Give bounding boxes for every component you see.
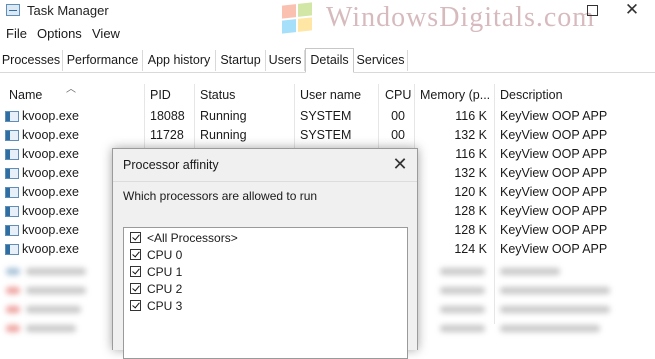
col-memory[interactable]: Memory (p... bbox=[420, 88, 490, 102]
row-name: kvoop.exe bbox=[22, 147, 79, 161]
tab-performance[interactable]: Performance bbox=[63, 50, 143, 71]
process-icon bbox=[5, 225, 19, 236]
tab-details[interactable]: Details bbox=[305, 48, 354, 73]
row-memory: 116 K bbox=[455, 147, 487, 161]
watermark: WindowsDigitals.com bbox=[282, 0, 596, 36]
processor-label: CPU 2 bbox=[147, 282, 183, 296]
dialog-prompt: Which processors are allowed to run bbox=[123, 189, 318, 203]
menu-file[interactable]: File bbox=[6, 26, 27, 41]
row-name: kvoop.exe bbox=[22, 204, 79, 218]
process-icon bbox=[5, 149, 19, 160]
window-title: Task Manager bbox=[27, 3, 109, 18]
process-icon bbox=[5, 111, 19, 122]
row-description: KeyView OOP APP bbox=[500, 185, 608, 199]
row-name: kvoop.exe bbox=[22, 185, 79, 199]
process-icon bbox=[5, 168, 19, 179]
row-description: KeyView OOP APP bbox=[500, 223, 608, 237]
tab-app-history[interactable]: App history bbox=[143, 50, 216, 71]
row-user: SYSTEM bbox=[300, 109, 352, 123]
close-button[interactable]: ✕ bbox=[612, 0, 652, 22]
watermark-text: WindowsDigitals.com bbox=[326, 2, 596, 33]
row-memory: 132 K bbox=[454, 128, 487, 142]
checkbox[interactable] bbox=[130, 266, 141, 277]
col-name[interactable]: Name bbox=[9, 88, 42, 102]
processor-label: CPU 1 bbox=[147, 265, 183, 279]
row-memory: 120 K bbox=[454, 185, 487, 199]
row-memory: 132 K bbox=[454, 166, 487, 180]
row-pid: 11728 bbox=[150, 128, 184, 142]
windows-logo-icon bbox=[282, 2, 312, 34]
row-name: kvoop.exe bbox=[22, 242, 79, 256]
processor-label: CPU 0 bbox=[147, 248, 183, 262]
processor-list[interactable]: <All Processors> CPU 0 CPU 1 CPU 2 CPU 3 bbox=[123, 227, 408, 359]
row-description: KeyView OOP APP bbox=[500, 128, 608, 142]
row-description: KeyView OOP APP bbox=[500, 109, 608, 123]
process-icon bbox=[5, 130, 19, 141]
table-row[interactable]: kvoop.exe 11728 Running SYSTEM 00 132 K KeyVie… bbox=[0, 127, 655, 146]
row-memory: 128 K bbox=[454, 223, 487, 237]
processor-affinity-dialog: Processor affinity ✕ Which processors ar… bbox=[112, 148, 418, 359]
row-name: kvoop.exe bbox=[22, 109, 79, 123]
row-description: KeyView OOP APP bbox=[500, 147, 608, 161]
row-description: KeyView OOP APP bbox=[500, 204, 608, 218]
maximize-button[interactable] bbox=[572, 0, 612, 22]
col-pid[interactable]: PID bbox=[150, 88, 171, 102]
row-status: Running bbox=[200, 109, 247, 123]
col-description[interactable]: Description bbox=[500, 88, 563, 102]
title-bar: Task Manager WindowsDigitals.com ✕ bbox=[0, 0, 655, 34]
col-status[interactable]: Status bbox=[200, 88, 235, 102]
row-memory: 116 K bbox=[455, 109, 487, 123]
row-name: kvoop.exe bbox=[22, 223, 79, 237]
row-pid: 18088 bbox=[150, 109, 185, 123]
row-cpu: 00 bbox=[391, 109, 405, 123]
dialog-body: Which processors are allowed to run <All… bbox=[113, 181, 417, 359]
menu-view[interactable]: View bbox=[92, 26, 120, 41]
row-name: kvoop.exe bbox=[22, 166, 79, 180]
process-icon bbox=[5, 187, 19, 198]
row-memory: 128 K bbox=[454, 204, 487, 218]
dialog-title: Processor affinity bbox=[123, 158, 219, 172]
tab-startup[interactable]: Startup bbox=[216, 50, 266, 71]
tab-users[interactable]: Users bbox=[266, 50, 305, 71]
column-header: ︿ Name PID Status User name CPU Memory (… bbox=[0, 84, 655, 106]
row-memory: 124 K bbox=[454, 242, 487, 256]
processor-label: <All Processors> bbox=[147, 231, 238, 245]
task-manager-icon bbox=[6, 4, 20, 16]
col-cpu[interactable]: CPU bbox=[385, 88, 411, 102]
processor-label: CPU 3 bbox=[147, 299, 183, 313]
process-icon bbox=[5, 244, 19, 255]
row-description: KeyView OOP APP bbox=[500, 242, 608, 256]
row-user: SYSTEM bbox=[300, 128, 352, 142]
table-row[interactable]: kvoop.exe 18088 Running SYSTEM 00 116 K KeyVie… bbox=[0, 108, 655, 127]
row-name: kvoop.exe bbox=[22, 128, 79, 142]
checkbox[interactable] bbox=[130, 249, 141, 260]
checkbox[interactable] bbox=[130, 232, 141, 243]
checkbox[interactable] bbox=[130, 283, 141, 294]
menu-options[interactable]: Options bbox=[37, 26, 82, 41]
row-status: Running bbox=[200, 128, 247, 142]
process-icon bbox=[5, 206, 19, 217]
row-cpu: 00 bbox=[391, 128, 405, 142]
tab-processes[interactable]: Processes bbox=[0, 50, 63, 71]
tab-services[interactable]: Services bbox=[354, 50, 408, 71]
row-description: KeyView OOP APP bbox=[500, 166, 608, 180]
sort-up-icon: ︿ bbox=[66, 84, 76, 95]
dialog-close-button[interactable]: ✕ bbox=[388, 152, 412, 176]
checkbox[interactable] bbox=[130, 300, 141, 311]
tab-bar: Processes Performance App history Startu… bbox=[0, 48, 655, 73]
col-username[interactable]: User name bbox=[300, 88, 361, 102]
